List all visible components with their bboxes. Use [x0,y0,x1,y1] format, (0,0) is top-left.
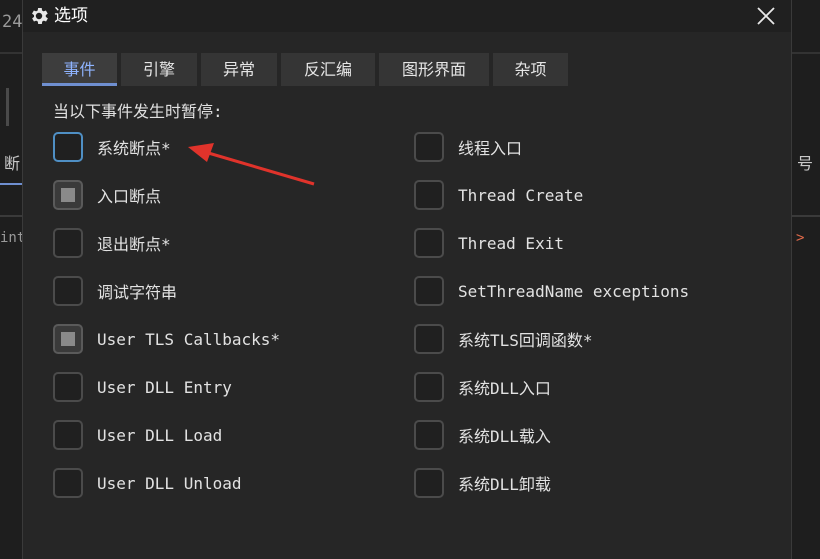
right-option-0[interactable]: 线程入口 [414,130,522,164]
checkbox[interactable] [414,420,444,450]
checkbox-label: 系统DLL卸载 [458,475,551,494]
right-option-5[interactable]: 系统DLL入口 [414,370,551,404]
checkbox[interactable] [414,324,444,354]
checkbox[interactable] [53,420,83,450]
tab-indicator [0,183,22,185]
checkbox[interactable] [53,468,83,498]
left-option-7[interactable]: User DLL Unload [53,466,242,500]
checkbox-label: 系统断点* [97,139,171,158]
background-text: 断 [4,154,21,173]
checkbox-mark [61,188,75,202]
checkbox[interactable] [414,468,444,498]
left-option-6[interactable]: User DLL Load [53,418,222,452]
divider [792,52,820,54]
checkbox[interactable] [53,228,83,258]
title-bar: 选项 [23,0,791,32]
background-text: 号 [797,154,814,173]
tab-disassembly[interactable]: 反汇编 [281,53,375,86]
checkbox[interactable] [414,132,444,162]
tab-exceptions[interactable]: 异常 [201,53,277,86]
tab-misc[interactable]: 杂项 [493,53,568,86]
checkbox[interactable] [53,180,83,210]
checkbox-label: 入口断点 [97,187,162,206]
left-option-0[interactable]: 系统断点* [53,130,171,164]
divider [0,52,22,54]
checkbox-mark [61,332,75,346]
checkbox-label: Thread Create [458,185,584,205]
section-prompt: 当以下事件发生时暂停: [53,102,223,121]
right-option-6[interactable]: 系统DLL载入 [414,418,551,452]
right-option-2[interactable]: Thread Exit [414,226,564,260]
checkbox-label: SetThreadName exceptions [458,281,690,301]
checkbox-label: 调试字符串 [97,283,178,302]
left-option-4[interactable]: User TLS Callbacks* [53,322,280,356]
checkbox[interactable] [53,276,83,306]
checkbox-label: User DLL Unload [97,473,242,493]
checkbox[interactable] [53,132,83,162]
checkbox-label: 系统TLS回调函数* [458,331,593,350]
checkbox[interactable] [53,372,83,402]
checkbox-label: 线程入口 [458,139,523,158]
checkbox-label: User TLS Callbacks* [97,329,281,349]
gear-icon [32,8,48,24]
checkbox[interactable] [414,228,444,258]
checkbox-label: 系统DLL入口 [458,379,551,398]
tab-engine[interactable]: 引擎 [121,53,197,86]
divider [792,215,820,217]
checkbox[interactable] [414,180,444,210]
tab-gui[interactable]: 图形界面 [379,53,489,86]
checkbox-label: User DLL Entry [97,377,232,397]
left-option-5[interactable]: User DLL Entry [53,370,232,404]
divider [0,215,22,217]
checkbox-label: Thread Exit [458,233,564,253]
checkbox[interactable] [414,372,444,402]
divider [6,88,9,126]
right-option-4[interactable]: 系统TLS回调函数* [414,322,593,356]
tab-events[interactable]: 事件 [42,53,117,86]
background-text: 24 [2,12,23,32]
checkbox-label: 系统DLL载入 [458,427,551,446]
right-option-7[interactable]: 系统DLL卸载 [414,466,551,500]
close-icon[interactable] [755,5,777,27]
checkbox-label: User DLL Load [97,425,223,445]
tab-bar: 事件 引擎 异常 反汇编 图形界面 杂项 [42,53,568,89]
checkbox-label: 退出断点* [97,235,171,254]
left-option-3[interactable]: 调试字符串 [53,274,177,308]
left-option-2[interactable]: 退出断点* [53,226,171,260]
background-text: > [796,230,805,246]
left-option-1[interactable]: 入口断点 [53,178,161,212]
right-option-3[interactable]: SetThreadName exceptions [414,274,689,308]
right-option-1[interactable]: Thread Create [414,178,583,212]
checkbox[interactable] [53,324,83,354]
dialog-title: 选项 [54,6,88,26]
checkbox[interactable] [414,276,444,306]
